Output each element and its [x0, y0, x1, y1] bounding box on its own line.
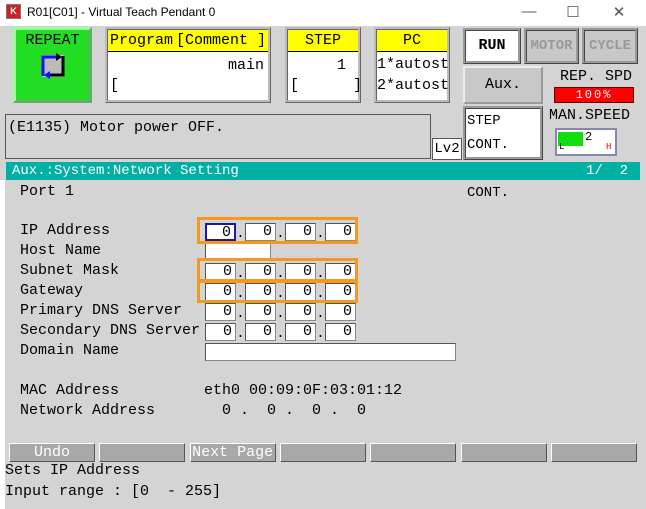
primary-dns-octet-2[interactable]: 0	[245, 303, 276, 321]
cycle-button[interactable]: CYCLE	[582, 28, 638, 64]
program-header: Program	[110, 32, 174, 49]
step-header: STEP	[288, 30, 358, 52]
window-title: R01[C01] - Virtual Teach Pendant 0	[27, 5, 216, 19]
man-speed-label: MAN.SPEED	[549, 107, 631, 124]
man-speed-gauge[interactable]: 2 L H	[555, 128, 617, 156]
aux-button[interactable]: Aux.	[463, 66, 543, 104]
function-key-3[interactable]: Next Page	[189, 443, 276, 462]
step-value: 1	[336, 57, 346, 74]
octet-separator: .	[316, 326, 325, 342]
screen-title-bar: Aux.:System:Network Setting 1/ 2	[6, 162, 640, 180]
gateway-highlight	[197, 280, 358, 303]
subnet-mask-highlight	[197, 258, 358, 282]
gateway-label: Gateway	[20, 282, 84, 299]
step-rep-cont-button[interactable]: STEP CONT. REP. CONT.	[463, 106, 543, 201]
rep-spd-label: REP. SPD	[559, 68, 632, 85]
secondary-dns-octet-3[interactable]: 0	[285, 323, 316, 341]
octet-separator: .	[276, 326, 285, 342]
primary-dns-octet-4[interactable]: 0	[325, 303, 356, 321]
secondary-dns-label: Secondary DNS Server	[20, 322, 201, 339]
network-address-label: Network Address	[20, 402, 156, 419]
pc-panel[interactable]: PC 1*autost 2*autost	[374, 27, 450, 103]
function-key-1[interactable]: Undo	[9, 443, 95, 462]
program-panel[interactable]: Program [Comment ] main [ ]	[105, 27, 300, 103]
screen-title: Aux.:System:Network Setting	[12, 163, 239, 179]
minimize-icon[interactable]: —	[514, 3, 544, 23]
page-indicator: 1/ 2	[585, 163, 628, 179]
host-name-label: Host Name	[20, 242, 102, 259]
mode-label: REPEAT	[25, 32, 80, 49]
message-box: (E1135) Motor power OFF.	[5, 114, 431, 159]
function-key-6[interactable]	[460, 443, 547, 462]
mode-repeat-button[interactable]: REPEAT	[13, 27, 92, 103]
port-label: Port 1	[20, 183, 75, 200]
domain-name-label: Domain Name	[20, 342, 120, 359]
function-key-5[interactable]	[370, 443, 457, 462]
rep-spd-value[interactable]: 100%	[554, 87, 634, 103]
secondary-dns-octet-1[interactable]: 0	[205, 323, 236, 341]
program-name: main	[227, 57, 264, 74]
primary-dns-label: Primary DNS Server	[20, 302, 183, 319]
function-key-4[interactable]	[279, 443, 366, 462]
mac-address-value: eth0 00:09:0F:03:01:12	[204, 382, 403, 399]
man-speed-value: 2	[585, 130, 593, 144]
kawasaki-k-icon: K	[6, 4, 21, 19]
octet-separator: .	[316, 306, 325, 322]
close-icon[interactable]: ✕	[604, 3, 634, 23]
ip-address-highlight	[197, 217, 358, 244]
repeat-cycle-icon	[41, 53, 64, 79]
network-address-value: 0 . 0 . 0 . 0	[222, 402, 367, 419]
mac-address-label: MAC Address	[20, 382, 120, 399]
level-indicator[interactable]: Lv2	[432, 138, 462, 160]
help-line-2: Input range : [0 - 255]	[5, 483, 222, 500]
man-speed-low: L	[559, 142, 565, 152]
program-comment: [ ]	[110, 77, 300, 94]
primary-dns-octet-1[interactable]: 0	[205, 303, 236, 321]
comment-header: [Comment ]	[175, 32, 266, 49]
step-cont-label: STEP CONT.	[467, 113, 510, 153]
step-comment: [ ]	[290, 77, 363, 94]
pc-line-1: 1*autost	[377, 56, 450, 73]
ip-address-label: IP Address	[20, 222, 111, 239]
help-line-1: Sets IP Address	[5, 462, 141, 479]
secondary-dns-octet-4[interactable]: 0	[325, 323, 356, 341]
primary-dns-octet-3[interactable]: 0	[285, 303, 316, 321]
step-panel[interactable]: STEP 1 [ ]	[285, 27, 363, 103]
function-key-2[interactable]	[99, 443, 186, 462]
maximize-icon[interactable]: ☐	[558, 3, 588, 23]
domain-name-input[interactable]	[205, 343, 456, 361]
man-speed-high: H	[606, 142, 612, 152]
pc-header: PC	[377, 30, 447, 52]
octet-separator: .	[236, 306, 245, 322]
function-key-7[interactable]	[550, 443, 637, 462]
pc-line-2: 2*autost	[377, 77, 450, 94]
run-button[interactable]: RUN	[463, 28, 521, 64]
octet-separator: .	[236, 326, 245, 342]
motor-button[interactable]: MOTOR	[524, 28, 579, 64]
title-bar: K R01[C01] - Virtual Teach Pendant 0 — ☐…	[0, 0, 646, 26]
octet-separator: .	[276, 306, 285, 322]
secondary-dns-octet-2[interactable]: 0	[245, 323, 276, 341]
subnet-mask-label: Subnet Mask	[20, 262, 120, 279]
